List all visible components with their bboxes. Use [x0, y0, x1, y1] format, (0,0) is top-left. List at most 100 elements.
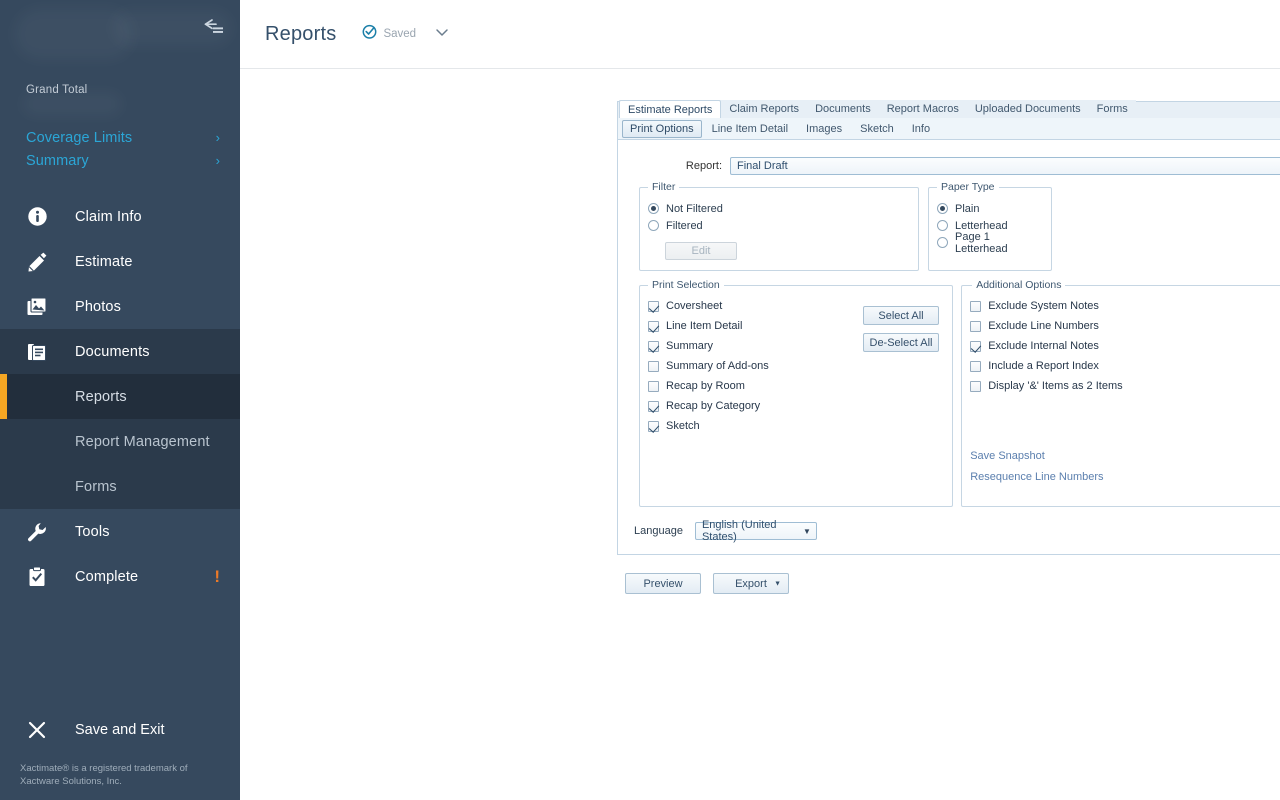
documents-icon — [20, 341, 54, 363]
subtab-label: Images — [806, 122, 843, 135]
chevron-right-icon: › — [215, 153, 220, 168]
tab-report-macros[interactable]: Report Macros — [879, 100, 967, 118]
print-options-panel: Print Options Line Item Detail Images Sk… — [617, 118, 1280, 555]
selection-options-row: Print Selection Coversheet Line Item Det… — [630, 279, 1280, 507]
checkbox-summary[interactable]: Summary — [648, 336, 863, 356]
filter-legend: Filter — [648, 181, 680, 193]
collapse-arrow-icon[interactable] — [200, 14, 226, 40]
subtab-sketch[interactable]: Sketch — [852, 120, 902, 138]
export-label: Export — [735, 577, 767, 590]
checkbox-display-items-as-2-items[interactable]: Display '&' Items as 2 Items — [970, 376, 1280, 396]
tab-label: Documents — [815, 103, 871, 115]
sidebar-item-photos[interactable]: Photos — [0, 284, 240, 329]
resequence-line-numbers-link[interactable]: Resequence Line Numbers — [970, 471, 1103, 483]
checkbox-exclude-line-numbers[interactable]: Exclude Line Numbers — [970, 316, 1280, 336]
panel-body: Report: Final Draft ▼ Filter Not Filtere… — [618, 140, 1280, 554]
tab-label: Report Macros — [886, 103, 959, 115]
checkbox-label: Summary of Add-ons — [666, 360, 769, 372]
sidebar-nav: Claim Info Estimate Photos Documents Rep… — [0, 194, 240, 599]
tab-forms[interactable]: Forms — [1089, 100, 1136, 118]
radio-filtered[interactable]: Filtered — [648, 217, 910, 234]
sidebar-item-complete[interactable]: Complete ! — [0, 554, 240, 599]
sidebar-item-report-management[interactable]: Report Management — [0, 419, 240, 464]
action-bar: Preview Export ▼ — [617, 555, 1280, 594]
checkbox-label: Recap by Category — [666, 400, 761, 412]
subtab-label: Print Options — [630, 122, 694, 135]
checkbox-label: Sketch — [666, 420, 700, 432]
tab-documents[interactable]: Documents — [807, 100, 879, 118]
tab-uploaded-documents[interactable]: Uploaded Documents — [967, 100, 1089, 118]
checkbox-summary-of-add-ons[interactable]: Summary of Add-ons — [648, 356, 863, 376]
checkbox-icon — [648, 360, 659, 372]
radio-icon — [937, 220, 948, 231]
edit-filter-button[interactable]: Edit — [665, 242, 737, 260]
radio-label: Plain — [955, 202, 980, 215]
checkbox-coversheet[interactable]: Coversheet — [648, 296, 863, 316]
sidebar-item-reports[interactable]: Reports — [0, 374, 240, 419]
wrench-icon — [20, 521, 54, 543]
radio-icon — [648, 220, 659, 231]
chevron-down-icon: ▼ — [774, 580, 781, 587]
subtab-label: Sketch — [860, 122, 894, 135]
subtab-info[interactable]: Info — [904, 120, 938, 138]
saved-status: Saved — [362, 24, 450, 44]
trademark-text: Xactimate® is a registered trademark of … — [20, 763, 188, 787]
deselect-all-button[interactable]: De-Select All — [863, 333, 939, 352]
tab-claim-reports[interactable]: Claim Reports — [721, 100, 807, 118]
radio-icon — [648, 203, 659, 214]
report-value: Final Draft — [737, 160, 788, 172]
save-and-exit-button[interactable]: Save and Exit — [0, 707, 240, 753]
sidebar-item-label: Estimate — [75, 253, 133, 270]
sidebar-link-coverage-limits[interactable]: Coverage Limits › — [0, 126, 240, 149]
radio-not-filtered[interactable]: Not Filtered — [648, 200, 910, 217]
checkbox-include-a-report-index[interactable]: Include a Report Index — [970, 356, 1280, 376]
preview-button[interactable]: Preview — [625, 573, 701, 594]
language-row: Language English (United States) ▼ — [634, 519, 1280, 543]
radio-page-1-letterhead[interactable]: Page 1 Letterhead — [937, 231, 1043, 255]
info-circle-icon — [20, 206, 54, 227]
sidebar-link-summary[interactable]: Summary › — [0, 149, 240, 172]
checkbox-icon — [648, 300, 659, 312]
tab-estimate-reports[interactable]: Estimate Reports — [619, 100, 722, 119]
sidebar-item-documents[interactable]: Documents — [0, 329, 240, 374]
photos-stack-icon — [20, 296, 54, 318]
additional-options-list: Exclude System Notes Exclude Line Number… — [962, 296, 1280, 396]
checkbox-icon — [970, 340, 982, 352]
checkbox-icon — [648, 400, 659, 412]
language-select[interactable]: English (United States) ▼ — [694, 519, 817, 543]
subtab-images[interactable]: Images — [798, 120, 850, 138]
checkbox-label: Exclude Internal Notes — [988, 340, 1099, 352]
select-all-button[interactable]: Select All — [863, 306, 939, 325]
checkbox-sketch[interactable]: Sketch — [648, 416, 863, 436]
radio-label: Filtered — [666, 219, 703, 232]
save-and-exit-label: Save and Exit — [75, 722, 165, 738]
sidebar-item-claim-info[interactable]: Claim Info — [0, 194, 240, 239]
main-area: – ☐ ✕ Reports Saved — [240, 0, 1280, 800]
report-select[interactable]: Final Draft ▼ — [730, 157, 1280, 175]
filter-paper-row: Filter Not Filtered Filtered Edit Paper … — [630, 181, 1280, 271]
sidebar-item-forms[interactable]: Forms — [0, 464, 240, 509]
radio-plain[interactable]: Plain — [937, 200, 1043, 217]
sidebar-item-estimate[interactable]: Estimate — [0, 239, 240, 284]
subtab-print-options[interactable]: Print Options — [622, 119, 702, 138]
export-button[interactable]: Export ▼ — [713, 573, 789, 594]
checkbox-exclude-internal-notes[interactable]: Exclude Internal Notes — [970, 336, 1280, 356]
chevron-right-icon: › — [215, 130, 220, 145]
checkbox-exclude-system-notes[interactable]: Exclude System Notes — [970, 296, 1280, 316]
save-snapshot-link[interactable]: Save Snapshot — [970, 450, 1103, 462]
sidebar-subnav: Reports Report Management Forms — [0, 374, 240, 509]
chevron-down-icon[interactable] — [434, 25, 450, 43]
tab-label: Forms — [1096, 103, 1128, 115]
clipboard-check-icon — [20, 566, 54, 588]
additional-options-legend: Additional Options — [972, 279, 1066, 291]
checkbox-line-item-detail[interactable]: Line Item Detail — [648, 316, 863, 336]
checkbox-recap-by-room[interactable]: Recap by Room — [648, 376, 863, 396]
sidebar: Grand Total Coverage Limits › Summary › — [0, 0, 240, 800]
checkbox-recap-by-category[interactable]: Recap by Category — [648, 396, 863, 416]
grand-total-value-blur — [0, 96, 240, 126]
filter-group: Filter Not Filtered Filtered Edit — [639, 181, 919, 271]
checkbox-label: Include a Report Index — [988, 360, 1099, 372]
subtab-line-item-detail[interactable]: Line Item Detail — [704, 120, 796, 138]
sidebar-subitem-label: Forms — [75, 478, 117, 495]
sidebar-item-tools[interactable]: Tools — [0, 509, 240, 554]
